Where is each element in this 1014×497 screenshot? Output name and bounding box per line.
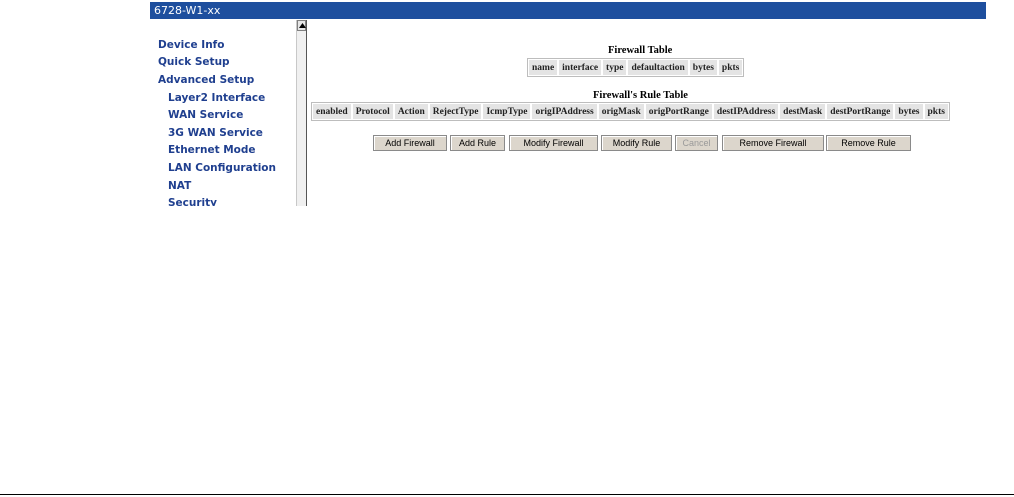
column-header: defaultaction — [627, 59, 689, 76]
column-header: Action — [393, 103, 429, 120]
sidebar-item-device-info[interactable]: Device Info — [158, 39, 224, 51]
firewall-table-title: Firewall Table — [608, 45, 673, 56]
column-header: Protocol — [351, 103, 394, 120]
remove-firewall-button[interactable]: Remove Firewall — [722, 135, 824, 151]
modify-rule-button[interactable]: Modify Rule — [601, 135, 672, 151]
remove-rule-button[interactable]: Remove Rule — [826, 135, 911, 151]
column-header: origPortRange — [644, 103, 713, 120]
column-header: pkts — [717, 59, 744, 76]
column-header: enabled — [312, 103, 352, 120]
column-header: origIPAddress — [531, 103, 598, 120]
table-header-row: enabled Protocol Action RejectType IcmpT… — [312, 103, 949, 120]
column-header: destIPAddress — [712, 103, 780, 120]
column-header: destMask — [779, 103, 827, 120]
add-rule-button[interactable]: Add Rule — [450, 135, 505, 151]
sidebar-item-quick-setup[interactable]: Quick Setup — [158, 56, 230, 68]
modify-firewall-button[interactable]: Modify Firewall — [509, 135, 598, 151]
column-header: origMask — [597, 103, 645, 120]
sidebar-item-layer2-interface[interactable]: Layer2 Interface — [168, 92, 265, 104]
window-title: 6728-W1-xx — [154, 4, 221, 17]
window-title-bar: 6728-W1-xx — [150, 2, 986, 19]
scroll-up-button[interactable] — [297, 20, 306, 31]
rule-table: enabled Protocol Action RejectType IcmpT… — [311, 102, 950, 121]
firewall-table: name interface type defaultaction bytes … — [527, 58, 745, 77]
column-header: name — [528, 59, 559, 76]
column-header: RejectType — [428, 103, 483, 120]
column-header: interface — [558, 59, 603, 76]
page-bottom-divider — [0, 494, 1014, 495]
sidebar-item-lan-configuration[interactable]: LAN Configuration — [168, 162, 276, 174]
column-header: destPortRange — [826, 103, 895, 120]
sidebar-item-nat[interactable]: NAT — [168, 180, 191, 192]
sidebar-item-3g-wan-service[interactable]: 3G WAN Service — [168, 127, 263, 139]
sidebar-nav: Device Info Quick Setup Advanced Setup L… — [150, 20, 296, 206]
column-header: type — [602, 59, 628, 76]
sidebar-item-security[interactable]: Security — [168, 197, 217, 206]
table-header-row: name interface type defaultaction bytes … — [528, 59, 744, 76]
column-header: bytes — [688, 59, 718, 76]
sidebar-item-advanced-setup[interactable]: Advanced Setup — [158, 74, 254, 86]
arrow-up-icon — [299, 23, 306, 28]
rule-table-title: Firewall's Rule Table — [593, 90, 688, 101]
cancel-button[interactable]: Cancel — [675, 135, 718, 151]
add-firewall-button[interactable]: Add Firewall — [373, 135, 447, 151]
column-header: IcmpType — [482, 103, 532, 120]
sidebar-item-wan-service[interactable]: WAN Service — [168, 109, 243, 121]
main-frame-border — [306, 20, 307, 206]
column-header: bytes — [894, 103, 924, 120]
sidebar-item-ethernet-mode[interactable]: Ethernet Mode — [168, 144, 256, 156]
sidebar-scrollbar[interactable] — [296, 20, 306, 206]
column-header: pkts — [923, 103, 949, 120]
